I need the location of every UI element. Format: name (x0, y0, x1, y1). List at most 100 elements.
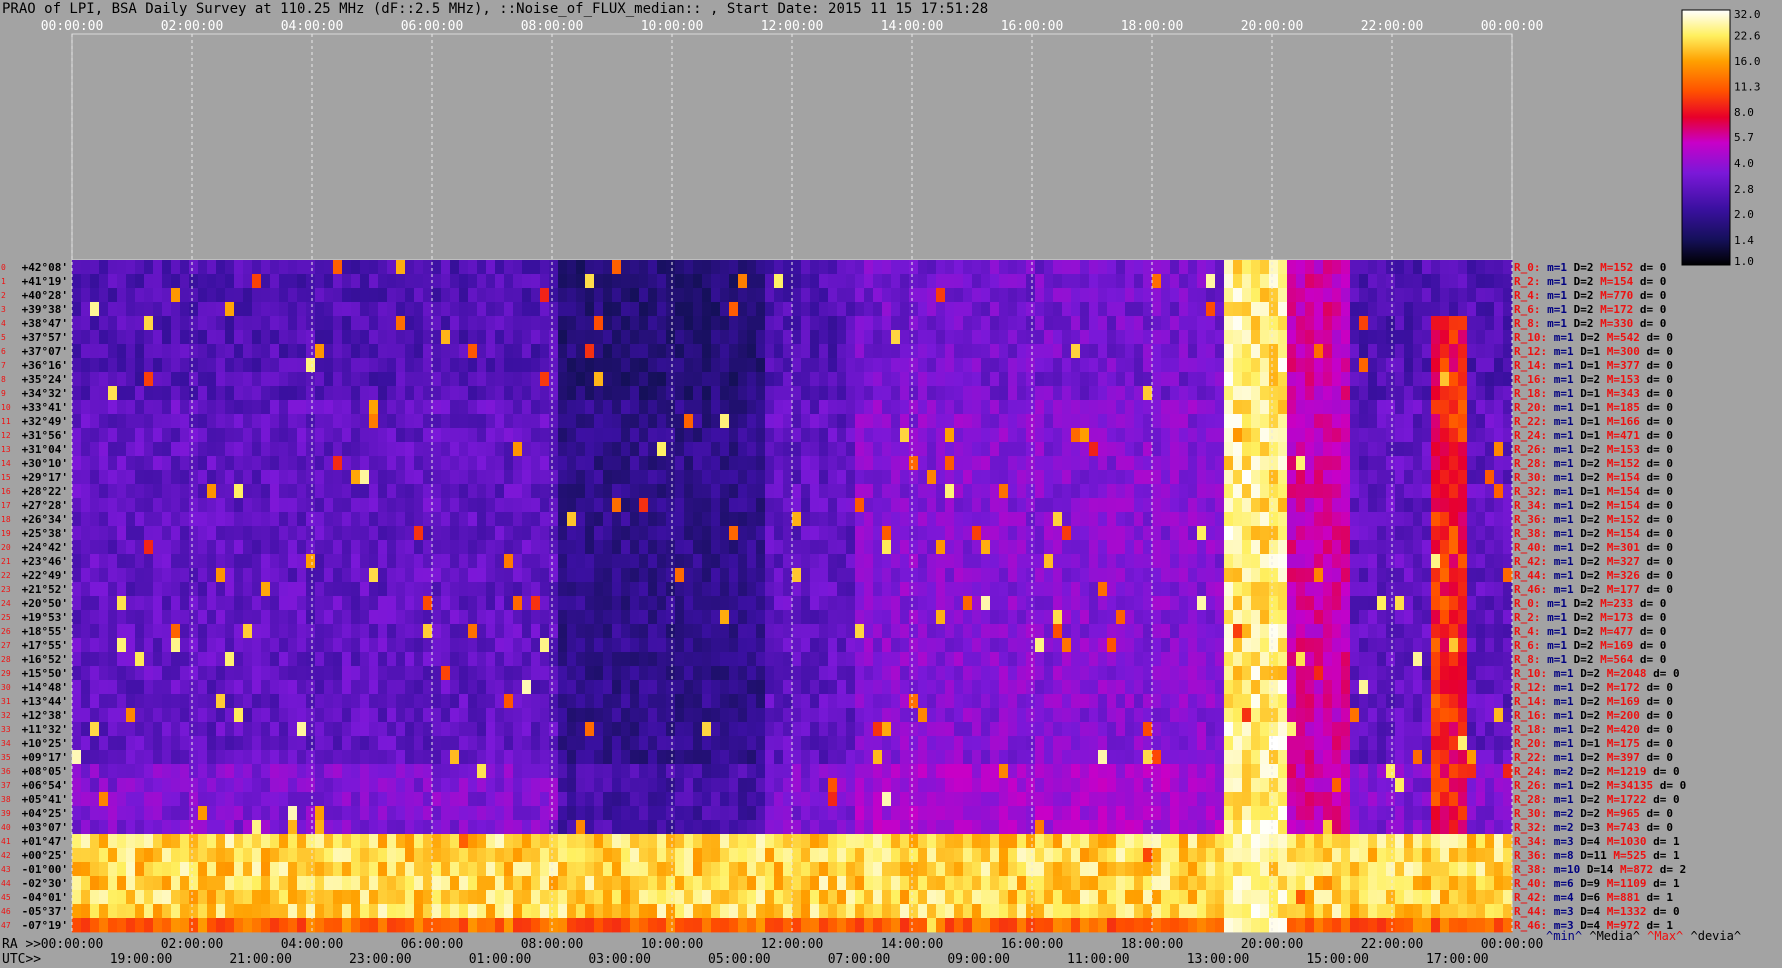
heatmap-cell (144, 680, 154, 695)
heatmap-cell (1170, 624, 1180, 639)
heatmap-cell (1260, 330, 1270, 345)
heatmap-cell (252, 666, 262, 681)
heatmap-cell (1233, 624, 1243, 639)
heatmap-cell (189, 554, 199, 569)
heatmap-cell (1368, 330, 1378, 345)
heatmap-cell (819, 596, 829, 611)
heatmap-cell (486, 456, 496, 471)
heatmap-cell (954, 274, 964, 289)
heatmap-cell (522, 666, 532, 681)
heatmap-cell (387, 470, 397, 485)
heatmap-cell (693, 470, 703, 485)
heatmap-cell (441, 652, 451, 667)
heatmap-cell (1242, 372, 1252, 387)
heatmap-cell (711, 638, 721, 653)
heatmap-cell (531, 400, 541, 415)
heatmap-cell (1377, 582, 1387, 597)
heatmap-cell (603, 442, 613, 457)
heatmap-cell (567, 512, 577, 527)
heatmap-cell (1116, 442, 1126, 457)
heatmap-cell (927, 330, 937, 345)
heatmap-cell (999, 288, 1009, 303)
heatmap-cell (486, 568, 496, 583)
heatmap-cell (369, 316, 379, 331)
heatmap-cell (243, 274, 253, 289)
heatmap-cell (621, 428, 631, 443)
heatmap-cell (1476, 456, 1486, 471)
heatmap-cell (486, 358, 496, 373)
heatmap-cell (882, 428, 892, 443)
heatmap-cell (1341, 680, 1351, 695)
heatmap-cell (1467, 512, 1477, 527)
heatmap-cell (1089, 540, 1099, 555)
heatmap-cell (1323, 302, 1333, 317)
heatmap-cell (1008, 330, 1018, 345)
heatmap-cell (1251, 456, 1261, 471)
heatmap-cell (801, 484, 811, 499)
heatmap-cell (711, 596, 721, 611)
heatmap-cell (531, 498, 541, 513)
heatmap-cell (117, 484, 127, 499)
heatmap-cell (1422, 498, 1432, 513)
heatmap-cell (477, 288, 487, 303)
heatmap-cell (1170, 596, 1180, 611)
heatmap-cell (792, 652, 802, 667)
heatmap-cell (1206, 316, 1216, 331)
heatmap-cell (702, 666, 712, 681)
heatmap-cell (675, 288, 685, 303)
heatmap-cell (531, 512, 541, 527)
heatmap-cell (1287, 386, 1297, 401)
heatmap-cell (1098, 526, 1108, 541)
heatmap-cell (954, 498, 964, 513)
heatmap-cell (171, 358, 181, 373)
heatmap-cell (441, 386, 451, 401)
heatmap-cell (414, 288, 424, 303)
heatmap-cell (846, 568, 856, 583)
heatmap-cell (549, 358, 559, 373)
heatmap-cell (81, 638, 91, 653)
heatmap-cell (1197, 428, 1207, 443)
heatmap-cell (936, 680, 946, 695)
heatmap-cell (1368, 610, 1378, 625)
heatmap-cell (216, 260, 226, 275)
heatmap-cell (234, 372, 244, 387)
heatmap-cell (414, 484, 424, 499)
heatmap-cell (576, 540, 586, 555)
heatmap-cell (468, 302, 478, 317)
heatmap-cell (189, 358, 199, 373)
heatmap-cell (1080, 414, 1090, 429)
heatmap-cell (171, 694, 181, 709)
heatmap-cell (684, 316, 694, 331)
heatmap-cell (1215, 526, 1225, 541)
heatmap-cell (1422, 344, 1432, 359)
heatmap-cell (495, 428, 505, 443)
heatmap-cell (1224, 638, 1234, 653)
heatmap-cell (1431, 428, 1441, 443)
heatmap-cell (540, 344, 550, 359)
heatmap-cell (207, 638, 217, 653)
heatmap-cell (1170, 540, 1180, 555)
heatmap-cell (630, 400, 640, 415)
heatmap-cell (1053, 540, 1063, 555)
heatmap-cell (702, 260, 712, 275)
heatmap-cell (189, 596, 199, 611)
heatmap-cell (405, 260, 415, 275)
heatmap-cell (657, 456, 667, 471)
heatmap-cell (882, 442, 892, 457)
heatmap-cell (774, 372, 784, 387)
heatmap-cell (666, 512, 676, 527)
heatmap-cell (648, 372, 658, 387)
heatmap-cell (693, 638, 703, 653)
heatmap-cell (180, 582, 190, 597)
heatmap-cell (126, 568, 136, 583)
heatmap-cell (1503, 638, 1513, 653)
heatmap-cell (1251, 330, 1261, 345)
heatmap-cell (540, 456, 550, 471)
heatmap-cell (756, 526, 766, 541)
heatmap-cell (1179, 498, 1189, 513)
heatmap-cell (1323, 554, 1333, 569)
heatmap-cell (72, 344, 82, 359)
heatmap-cell (1458, 610, 1468, 625)
heatmap-cell (243, 680, 253, 695)
heatmap-cell (1341, 456, 1351, 471)
